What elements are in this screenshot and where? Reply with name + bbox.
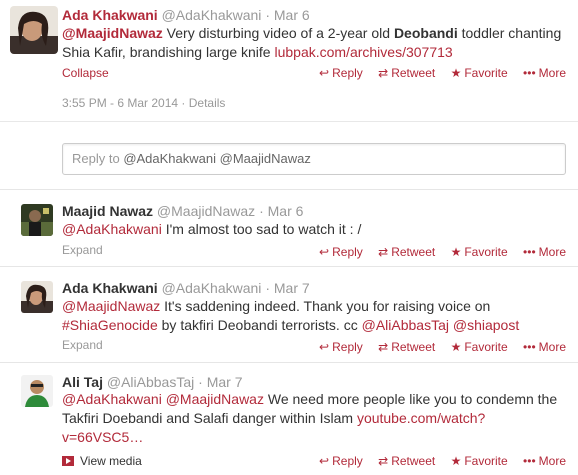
more-button[interactable]: ••• More <box>523 454 566 468</box>
mention-link[interactable]: @MaajidNawaz <box>62 25 163 41</box>
reply-button[interactable]: ↩ Reply <box>319 454 363 468</box>
separator-dot: · <box>265 280 270 296</box>
retweet-button[interactable]: ⇄ Retweet <box>378 66 435 80</box>
tweet-timestamp: 3:55 PM - 6 Mar 2014 <box>62 96 179 110</box>
tweet-time[interactable]: Mar 7 <box>207 374 243 390</box>
author-username[interactable]: @MaajidNawaz <box>157 203 255 219</box>
tweet-actions: ↩ Reply ⇄ Retweet ★ Favorite ••• More <box>307 340 566 354</box>
reply-tweet-ali[interactable]: Ali Taj @AliAbbasTaj · Mar 7 @AdaKhakwan… <box>0 362 578 475</box>
reply-button[interactable]: ↩ Reply <box>319 340 363 354</box>
star-icon: ★ <box>450 245 462 259</box>
author-fullname[interactable]: Ada Khakwani <box>62 7 158 23</box>
hashtag-link[interactable]: #ShiaGenocide <box>62 317 158 333</box>
tweet-time[interactable]: Mar 6 <box>268 203 304 219</box>
mention-link[interactable]: @MaajidNawaz <box>166 391 264 407</box>
reply-input[interactable]: Reply to @AdaKhakwani @MaajidNawaz <box>62 143 566 175</box>
tweet-actions: ↩ Reply ⇄ Retweet ★ Favorite ••• More <box>307 454 566 468</box>
separator-dot: · <box>265 7 270 23</box>
details-separator: · <box>181 96 186 110</box>
favorite-button[interactable]: ★ Favorite <box>451 340 508 354</box>
tweet-header: Ada Khakwani @AdaKhakwani · Mar 7 <box>62 279 310 297</box>
more-dots-icon: ••• <box>523 66 536 80</box>
main-tweet-header: Ada Khakwani @AdaKhakwani · Mar 6 <box>62 6 310 24</box>
more-button[interactable]: ••• More <box>523 340 566 354</box>
avatar-ada-khakwani[interactable] <box>10 6 58 54</box>
tweet-header: Ali Taj @AliAbbasTaj · Mar 7 <box>62 373 242 391</box>
more-dots-icon: ••• <box>523 454 536 468</box>
expand-link[interactable]: Expand <box>62 243 103 257</box>
avatar-ada-khakwani[interactable] <box>21 281 53 313</box>
star-icon: ★ <box>450 454 462 468</box>
tweet-time[interactable]: Mar 6 <box>274 7 310 23</box>
reply-button[interactable]: ↩ Reply <box>319 66 363 80</box>
main-tweet-text: @MaajidNawaz Very disturbing video of a … <box>62 25 562 60</box>
retweet-icon: ⇄ <box>378 454 389 468</box>
mention-link[interactable]: @AliAbbasTaj <box>362 317 449 333</box>
mention-link[interactable]: @AdaKhakwani <box>62 221 162 237</box>
expanded-tweet: Ada Khakwani @AdaKhakwani · Mar 6 @Maaji… <box>0 0 578 189</box>
tweet-time[interactable]: Mar 7 <box>274 280 310 296</box>
mention-link[interactable]: @MaajidNawaz <box>62 298 160 314</box>
author-fullname[interactable]: Ali Taj <box>62 374 103 390</box>
reply-button[interactable]: ↩ Reply <box>319 245 363 259</box>
tweet-actions: ↩ Reply ⇄ Retweet ★ Favorite ••• More <box>307 245 566 259</box>
tweet-details: 3:55 PM - 6 Mar 2014 · Details <box>62 96 225 110</box>
retweet-button[interactable]: ⇄ Retweet <box>378 245 435 259</box>
favorite-button[interactable]: ★ Favorite <box>451 454 508 468</box>
details-link[interactable]: Details <box>189 96 226 110</box>
reply-icon: ↩ <box>319 454 330 468</box>
divider <box>0 121 578 122</box>
mention-link[interactable]: @shiapost <box>453 317 519 333</box>
favorite-button[interactable]: ★ Favorite <box>451 66 508 80</box>
tweet-text: @AdaKhakwani @MaajidNawaz We need more p… <box>62 391 558 445</box>
author-username[interactable]: @AdaKhakwani <box>162 7 262 23</box>
reply-icon: ↩ <box>319 66 330 80</box>
tweet-text: @MaajidNawaz It's saddening indeed. Than… <box>62 298 520 333</box>
separator-dot: · <box>198 374 203 390</box>
retweet-button[interactable]: ⇄ Retweet <box>378 454 435 468</box>
mention-link[interactable]: @AdaKhakwani <box>62 391 162 407</box>
avatar-maajid-nawaz[interactable] <box>21 204 53 236</box>
reply-icon: ↩ <box>319 245 330 259</box>
star-icon: ★ <box>450 340 462 354</box>
separator-dot: · <box>259 203 264 219</box>
retweet-button[interactable]: ⇄ Retweet <box>378 340 435 354</box>
more-dots-icon: ••• <box>523 340 536 354</box>
retweet-icon: ⇄ <box>378 66 389 80</box>
retweet-icon: ⇄ <box>378 340 389 354</box>
collapse-link[interactable]: Collapse <box>62 66 109 80</box>
tweet-actions: ↩ Reply ⇄ Retweet ★ Favorite ••• More <box>307 66 566 80</box>
article-link[interactable]: lubpak.com/archives/307713 <box>274 44 452 60</box>
author-fullname[interactable]: Ada Khakwani <box>62 280 158 296</box>
reply-tweet-maajid[interactable]: Maajid Nawaz @MaajidNawaz · Mar 6 @AdaKh… <box>0 189 578 266</box>
reply-icon: ↩ <box>319 340 330 354</box>
star-icon: ★ <box>450 66 462 80</box>
tweet-text: @AdaKhakwani I'm almost too sad to watch… <box>62 221 362 237</box>
retweet-icon: ⇄ <box>378 245 389 259</box>
more-dots-icon: ••• <box>523 245 536 259</box>
avatar-ali-taj[interactable] <box>21 375 53 407</box>
expand-link[interactable]: Expand <box>62 338 103 352</box>
author-fullname[interactable]: Maajid Nawaz <box>62 203 153 219</box>
author-username[interactable]: @AliAbbasTaj <box>107 374 194 390</box>
author-username[interactable]: @AdaKhakwani <box>162 280 262 296</box>
more-button[interactable]: ••• More <box>523 245 566 259</box>
view-media-link[interactable]: View media <box>62 454 142 468</box>
more-button[interactable]: ••• More <box>523 66 566 80</box>
reply-tweet-ada[interactable]: Ada Khakwani @AdaKhakwani · Mar 7 @Maaji… <box>0 266 578 362</box>
favorite-button[interactable]: ★ Favorite <box>451 245 508 259</box>
video-play-icon <box>62 456 74 466</box>
bold-keyword: Deobandi <box>393 25 458 41</box>
tweet-header: Maajid Nawaz @MaajidNawaz · Mar 6 <box>62 202 303 220</box>
